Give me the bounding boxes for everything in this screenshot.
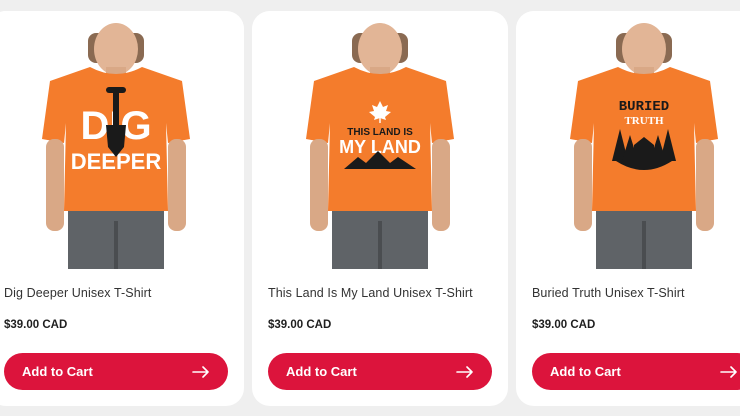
- product-title[interactable]: This Land Is My Land Unisex T-Shirt: [268, 286, 473, 300]
- product-grid: DIG DEEPER Dig Deeper Unisex T-Shirt $39…: [0, 0, 740, 416]
- product-price: $39.00 CAD: [268, 319, 332, 331]
- add-to-cart-button[interactable]: Add to Cart: [532, 353, 740, 390]
- product-card[interactable]: BURIED TRUTH Buried Truth Unisex T-Shirt…: [516, 11, 740, 406]
- product-card[interactable]: THIS LAND IS MY LAND This Land Is My Lan…: [252, 11, 508, 406]
- product-card[interactable]: DIG DEEPER Dig Deeper Unisex T-Shirt $39…: [0, 11, 244, 406]
- product-image[interactable]: THIS LAND IS MY LAND: [252, 11, 508, 269]
- product-image[interactable]: BURIED TRUTH: [516, 11, 740, 269]
- product-price: $39.00 CAD: [532, 319, 596, 331]
- arrow-right-icon: [720, 365, 737, 378]
- svg-text:BURIED: BURIED: [619, 99, 669, 115]
- product-title[interactable]: Buried Truth Unisex T-Shirt: [532, 286, 685, 300]
- add-to-cart-label: Add to Cart: [286, 364, 357, 379]
- add-to-cart-label: Add to Cart: [550, 364, 621, 379]
- product-image[interactable]: DIG DEEPER: [0, 11, 244, 269]
- add-to-cart-label: Add to Cart: [22, 364, 93, 379]
- arrow-right-icon: [456, 365, 473, 378]
- svg-text:TRUTH: TRUTH: [624, 115, 664, 127]
- product-price: $39.00 CAD: [4, 319, 68, 331]
- add-to-cart-button[interactable]: Add to Cart: [4, 353, 228, 390]
- arrow-right-icon: [192, 365, 209, 378]
- add-to-cart-button[interactable]: Add to Cart: [268, 353, 492, 390]
- product-title[interactable]: Dig Deeper Unisex T-Shirt: [4, 286, 151, 300]
